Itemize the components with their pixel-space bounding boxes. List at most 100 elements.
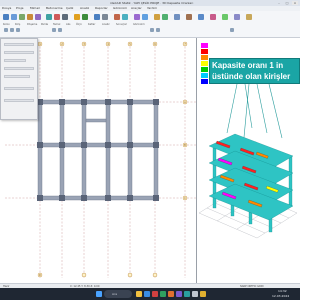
material-icon[interactable] [134, 14, 140, 20]
panel-field[interactable] [4, 75, 30, 78]
small-tool-icon[interactable] [52, 28, 56, 32]
legend-swatch [201, 49, 208, 54]
panel-field[interactable] [4, 99, 34, 102]
properties-panel[interactable] [0, 38, 38, 120]
group-label-olcu: Ölçü [76, 23, 82, 26]
small-tool-icon[interactable] [230, 28, 234, 32]
storey-tool-icon[interactable] [62, 14, 68, 20]
filter-icon[interactable] [210, 14, 216, 20]
column [127, 142, 133, 148]
panel-field[interactable] [4, 43, 34, 46]
view-plan-icon[interactable] [102, 14, 108, 20]
results-icon[interactable] [82, 14, 88, 20]
group-label-kolon: Kolon [3, 23, 10, 26]
panel-field[interactable] [4, 87, 34, 90]
report-icon[interactable] [114, 14, 120, 20]
column [59, 142, 65, 148]
small-tool-icon[interactable] [156, 28, 160, 32]
column [37, 142, 43, 148]
orbit-icon[interactable] [246, 14, 252, 20]
legend-swatch [201, 61, 208, 66]
beam-tool-icon[interactable] [11, 14, 17, 20]
small-tool-icon[interactable] [16, 28, 20, 32]
ribbon: Kolon Kiriş Döşeme Perde Temel Aks Ölçü … [0, 11, 300, 38]
load-icon[interactable] [154, 14, 160, 20]
small-tool-icon[interactable] [58, 28, 62, 32]
legend-swatch [201, 79, 208, 84]
foundation-tool-icon[interactable] [35, 14, 41, 20]
column [81, 142, 87, 148]
column [153, 142, 159, 148]
column [105, 142, 111, 148]
wall-tool-icon[interactable] [27, 14, 33, 20]
axis-bubble [81, 272, 87, 278]
panel-field[interactable] [4, 51, 34, 54]
idecad-taskbar-icon[interactable] [184, 291, 190, 297]
legend-swatch [201, 43, 208, 48]
axis-label: D [39, 273, 41, 277]
panel-field[interactable] [4, 59, 26, 62]
print-icon[interactable] [186, 14, 192, 20]
search-placeholder: Ara [112, 292, 118, 296]
maximize-button[interactable]: □ [284, 1, 290, 5]
small-tool-icon[interactable] [10, 28, 14, 32]
check-icon[interactable] [162, 14, 168, 20]
column [105, 195, 111, 201]
capacity-legend [201, 43, 209, 103]
browser-icon[interactable] [144, 291, 150, 297]
column-tool-icon[interactable] [3, 14, 9, 20]
app-icon[interactable] [200, 291, 206, 297]
column [81, 99, 87, 105]
beam [37, 142, 159, 148]
zoom-icon[interactable] [222, 14, 228, 20]
taskbar-search[interactable]: Ara [104, 290, 132, 298]
view-3d-icon[interactable] [94, 14, 100, 20]
legend-swatch [201, 55, 208, 60]
axis-bubble [127, 272, 133, 278]
beam [37, 195, 159, 201]
dimension-tool-icon[interactable] [54, 14, 60, 20]
axis-tool-icon[interactable] [46, 14, 52, 20]
column-3d [288, 155, 293, 207]
column [153, 195, 159, 201]
beam [153, 99, 159, 201]
beam [105, 99, 111, 201]
app-icon[interactable] [176, 291, 182, 297]
close-button[interactable]: × [292, 1, 298, 5]
column [59, 195, 65, 201]
column [127, 99, 133, 105]
column [153, 99, 159, 105]
axis-label: C [184, 196, 186, 200]
slab-tool-icon[interactable] [19, 14, 25, 20]
group-label-doseme: Döşeme [27, 23, 38, 26]
layer-icon[interactable] [198, 14, 204, 20]
column [105, 99, 111, 105]
panel-field[interactable] [4, 67, 34, 70]
minimize-button[interactable]: – [276, 1, 282, 5]
section-icon[interactable] [142, 14, 148, 20]
app-icon[interactable] [168, 291, 174, 297]
start-icon[interactable] [96, 291, 102, 297]
app-icon[interactable] [192, 291, 198, 297]
beam [81, 99, 87, 201]
group-label-katlar: Katlar [88, 23, 96, 26]
small-tool-icon[interactable] [150, 28, 154, 32]
analysis-run-icon[interactable] [74, 14, 80, 20]
small-tool-icon[interactable] [4, 28, 8, 32]
group-label-kiris: Kiriş [15, 23, 21, 26]
annotation-callout: Kapasite oranı 1 in üstünde olan kirişle… [209, 58, 300, 92]
group-label-aks: Aks [66, 23, 71, 26]
beam [59, 99, 65, 201]
legend-swatch [201, 67, 208, 72]
pan-icon[interactable] [234, 14, 240, 20]
app-icon[interactable] [160, 291, 166, 297]
settings-icon[interactable] [122, 14, 128, 20]
axis-label: A [184, 100, 186, 104]
file-explorer-icon[interactable] [136, 291, 142, 297]
app-window: ideCAD Statik · YAPI ÇELİK PROJE · 3D Ka… [0, 0, 300, 300]
app-icon[interactable] [152, 291, 158, 297]
clock-date: 12.03.2024 [272, 294, 290, 298]
clock-time: 14:32 [278, 289, 287, 293]
export-icon[interactable] [174, 14, 180, 20]
axis-label: B [184, 143, 186, 147]
